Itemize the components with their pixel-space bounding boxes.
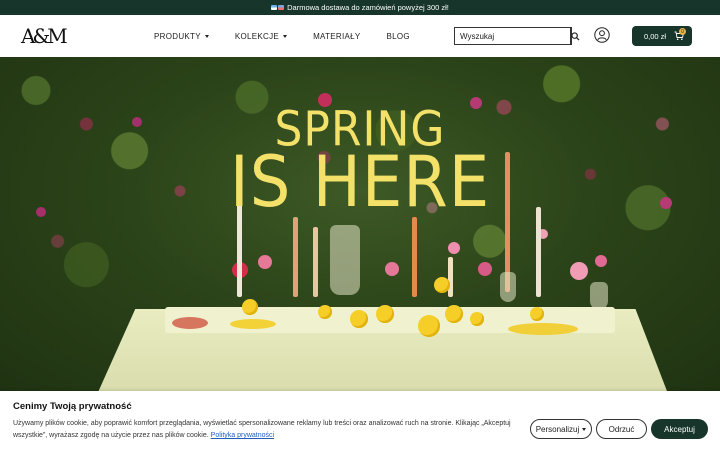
- announcement-text: Darmowa dostawa do zamówień powyżej 300 …: [287, 3, 449, 12]
- privacy-policy-link[interactable]: Polityka prywatności: [211, 432, 274, 439]
- caret-down-icon: [283, 34, 288, 38]
- flags-icon: [271, 5, 285, 10]
- lemon: [318, 305, 332, 319]
- flower: [478, 262, 492, 276]
- lemon: [530, 307, 544, 321]
- glass-vase: [330, 225, 360, 295]
- nav-item-kolekcje[interactable]: KOLEKCJE: [234, 31, 288, 41]
- caret-down-icon: [582, 427, 587, 431]
- nav-item-blog[interactable]: BLOG: [387, 32, 410, 41]
- nav-label: PRODUKTY: [154, 31, 201, 41]
- nav-item-materialy[interactable]: MATERIAŁY: [313, 32, 360, 41]
- lemon: [376, 305, 394, 323]
- accept-button[interactable]: Akceptuj: [651, 419, 708, 439]
- flower: [448, 242, 460, 254]
- plate: [508, 323, 578, 335]
- lemon: [470, 312, 484, 326]
- plate: [172, 317, 208, 329]
- glass-vase: [500, 272, 516, 302]
- cookie-title: Cenimy Twoją prywatność: [13, 401, 132, 412]
- cart-count-badge: 0: [679, 28, 686, 35]
- lemon: [350, 310, 368, 328]
- flower: [570, 262, 588, 280]
- search-input[interactable]: [455, 28, 570, 44]
- announcement-bar: Darmowa dostawa do zamówień powyżej 300 …: [0, 0, 720, 15]
- nav-label: MATERIAŁY: [313, 31, 361, 41]
- nav-label: KOLEKCJE: [234, 31, 280, 41]
- cart-total: 0,00 zł: [644, 31, 667, 41]
- account-icon[interactable]: [594, 27, 610, 43]
- search-icon: [571, 31, 580, 41]
- hero-banner[interactable]: SPRING IS HERE: [0, 57, 720, 392]
- site-header: A&M PRODUKTY KOLEKCJE MATERIAŁY BLOG Wys…: [0, 15, 720, 57]
- candle: [313, 227, 318, 297]
- nav-label: BLOG: [386, 31, 410, 41]
- lemon: [242, 299, 258, 315]
- candle: [536, 207, 541, 297]
- search-button[interactable]: [570, 28, 580, 44]
- site-logo[interactable]: A&M: [21, 24, 68, 48]
- reject-label: Odrzuć: [608, 424, 635, 434]
- accept-label: Akceptuj: [664, 424, 695, 434]
- cookie-text: Używamy plików cookie, aby poprawić komf…: [13, 418, 523, 442]
- cart-button[interactable]: 0,00 zł 0: [632, 26, 692, 46]
- personalize-label: Personalizuj: [535, 424, 580, 434]
- candle: [448, 257, 453, 297]
- candle: [412, 217, 417, 297]
- candle: [293, 217, 298, 297]
- flower: [258, 255, 272, 269]
- lemon: [445, 305, 463, 323]
- plate: [230, 319, 276, 329]
- hero-headline: SPRING IS HERE: [0, 105, 720, 224]
- flower: [385, 262, 399, 276]
- lemon: [418, 315, 440, 337]
- caret-down-icon: [204, 34, 209, 38]
- search-box: [454, 27, 580, 45]
- personalize-button[interactable]: Personalizuj: [530, 419, 592, 439]
- hero-line-2: IS HERE: [229, 142, 491, 224]
- cookie-banner: Cenimy Twoją prywatność Używamy plików c…: [0, 391, 720, 450]
- main-nav: PRODUKTY KOLEKCJE MATERIAŁY BLOG: [154, 15, 436, 57]
- reject-button[interactable]: Odrzuć: [596, 419, 647, 439]
- nav-item-produkty[interactable]: PRODUKTY: [154, 32, 209, 41]
- flower: [595, 255, 607, 267]
- glass-vase: [590, 282, 608, 310]
- lemon: [434, 277, 450, 293]
